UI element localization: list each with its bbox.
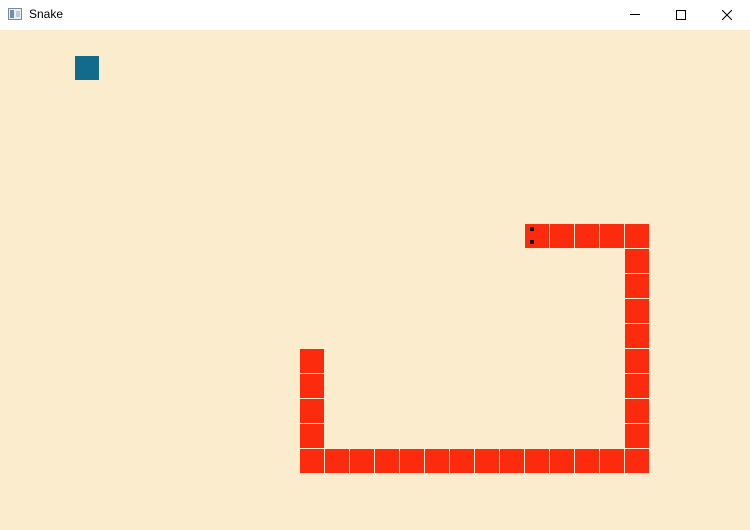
- snake-segment: [625, 299, 649, 323]
- snake-segment: [500, 449, 524, 473]
- close-button[interactable]: [704, 0, 750, 30]
- snake-segment: [625, 424, 649, 448]
- snake-head: [525, 224, 549, 248]
- snake-segment: [300, 374, 324, 398]
- snake-segment: [625, 224, 649, 248]
- snake-segment: [350, 449, 374, 473]
- minimize-icon: [630, 14, 640, 15]
- snake-segment: [300, 424, 324, 448]
- snake-segment: [300, 449, 324, 473]
- snake-segment: [450, 449, 474, 473]
- snake-segment: [625, 449, 649, 473]
- snake-segment: [625, 374, 649, 398]
- maximize-icon: [676, 10, 686, 20]
- snake-segment: [425, 449, 449, 473]
- snake-segment: [525, 449, 549, 473]
- snake-segment: [300, 349, 324, 373]
- snake-segment: [475, 449, 499, 473]
- snake-segment: [600, 449, 624, 473]
- food-pellet: [75, 56, 99, 80]
- snake-segment: [625, 274, 649, 298]
- snake-segment: [625, 349, 649, 373]
- app-window-icon: [8, 8, 22, 20]
- snake-segment: [400, 449, 424, 473]
- snake-segment: [575, 224, 599, 248]
- maximize-button[interactable]: [658, 0, 704, 30]
- window-titlebar: Snake: [0, 0, 750, 30]
- close-icon: [722, 10, 732, 20]
- snake-eye: [530, 227, 534, 231]
- minimize-button[interactable]: [612, 0, 658, 30]
- snake-segment: [550, 449, 574, 473]
- snake-segment: [625, 249, 649, 273]
- snake-segment: [575, 449, 599, 473]
- snake-segment: [625, 324, 649, 348]
- snake-segment: [300, 399, 324, 423]
- snake-segment: [600, 224, 624, 248]
- snake-eye: [530, 240, 534, 244]
- game-board[interactable]: [0, 30, 750, 530]
- snake-segment: [325, 449, 349, 473]
- snake-segment: [625, 399, 649, 423]
- window-title: Snake: [29, 7, 64, 21]
- snake-segment: [375, 449, 399, 473]
- snake-segment: [550, 224, 574, 248]
